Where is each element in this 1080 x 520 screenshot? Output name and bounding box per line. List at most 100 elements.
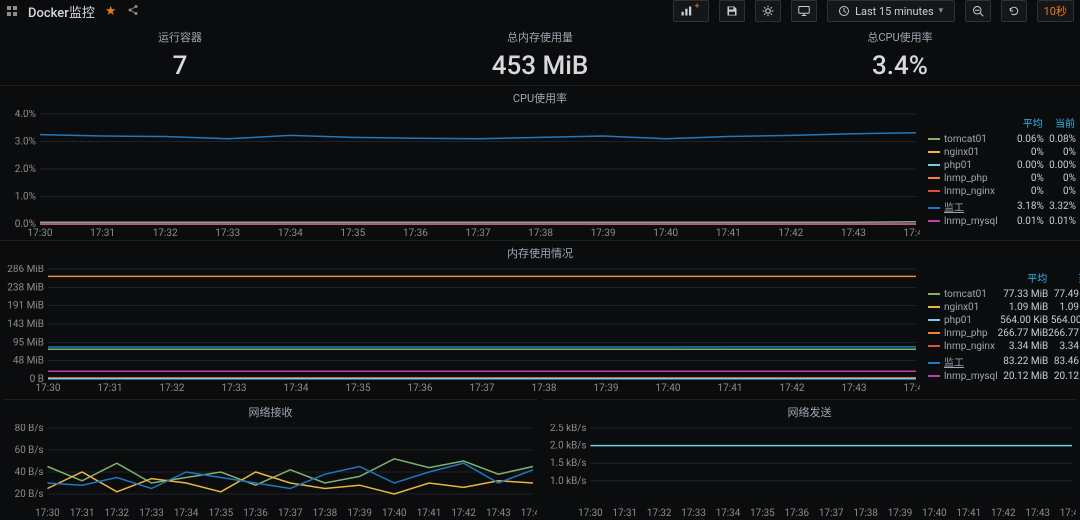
svg-text:1.5 kB/s: 1.5 kB/s: [550, 458, 586, 469]
legend-item[interactable]: php01564.00 KiB564.00 KiB: [928, 314, 1080, 327]
panel-network-rx[interactable]: 网络接收 20 B/s40 B/s60 B/s80 B/s17:3017:311…: [4, 399, 537, 520]
svg-text:17:30: 17:30: [28, 228, 53, 239]
svg-text:17:42: 17:42: [451, 508, 476, 519]
legend-item[interactable]: lnmp_nginx0%0%: [928, 185, 1076, 198]
memory-legend: 平均当前tomcat0177.33 MiB77.49 MiBnginx011.0…: [920, 265, 1080, 395]
svg-text:17:31: 17:31: [613, 508, 638, 519]
svg-text:17:41: 17:41: [417, 508, 442, 519]
svg-text:17:38: 17:38: [532, 383, 557, 394]
star-icon[interactable]: ★: [105, 4, 117, 19]
stat-value: 7: [0, 51, 360, 81]
gear-icon: [762, 5, 774, 17]
svg-text:17:43: 17:43: [486, 508, 511, 519]
svg-text:2.0%: 2.0%: [15, 164, 36, 175]
legend-col-cur: 当前: [1048, 269, 1080, 288]
svg-text:3.0%: 3.0%: [15, 137, 36, 148]
stat-running-containers[interactable]: 运行容器 7: [0, 23, 360, 85]
svg-text:17:44: 17:44: [1060, 508, 1076, 519]
nettx-chart[interactable]: 1.0 kB/s1.5 kB/s2.0 kB/s2.5 kB/s17:3017:…: [543, 424, 1076, 520]
add-panel-button[interactable]: +: [673, 0, 709, 22]
svg-text:17:33: 17:33: [215, 228, 240, 239]
svg-text:17:43: 17:43: [842, 383, 867, 394]
legend-item[interactable]: lnmp_php266.77 MiB266.77 MiB: [928, 327, 1080, 340]
svg-text:17:34: 17:34: [174, 508, 199, 519]
chevron-down-icon: ▾: [939, 6, 944, 16]
monitor-icon: [798, 5, 810, 17]
svg-text:17:33: 17:33: [681, 508, 706, 519]
zoom-out-button[interactable]: [965, 0, 991, 22]
svg-text:17:38: 17:38: [853, 508, 878, 519]
memory-chart[interactable]: 0 B48 MiB95 MiB143 MiB191 MiB238 MiB286 …: [0, 265, 920, 395]
save-button[interactable]: [719, 0, 745, 22]
save-icon: [726, 5, 738, 17]
stat-value: 3.4%: [720, 51, 1080, 81]
dashboard-grid-icon[interactable]: [6, 5, 18, 17]
svg-text:17:43: 17:43: [841, 228, 866, 239]
svg-text:17:42: 17:42: [778, 228, 803, 239]
svg-text:17:35: 17:35: [750, 508, 775, 519]
refresh-button[interactable]: [1001, 0, 1027, 22]
svg-text:17:36: 17:36: [785, 508, 810, 519]
svg-text:238 MiB: 238 MiB: [7, 282, 44, 293]
svg-text:17:44: 17:44: [904, 228, 920, 239]
settings-button[interactable]: [755, 0, 781, 22]
legend-item[interactable]: lnmp_mysql20.12 MiB20.12 MiB: [928, 370, 1080, 383]
time-range-picker[interactable]: Last 15 minutes ▾: [827, 0, 955, 22]
legend-item[interactable]: lnmp_mysql0.01%0.01%: [928, 215, 1076, 228]
svg-text:17:41: 17:41: [718, 383, 743, 394]
panel-cpu-usage[interactable]: CPU使用率 0.0%1.0%2.0%3.0%4.0%17:3017:3117:…: [0, 85, 1080, 240]
legend-item[interactable]: 监工3.18%3.32%: [928, 198, 1076, 215]
svg-text:17:44: 17:44: [521, 508, 537, 519]
panel-network-tx[interactable]: 网络发送 1.0 kB/s1.5 kB/s2.0 kB/s2.5 kB/s17:…: [543, 399, 1076, 520]
svg-text:48 MiB: 48 MiB: [13, 356, 44, 367]
stat-label: 运行容器: [0, 29, 360, 45]
svg-text:80 B/s: 80 B/s: [15, 424, 44, 434]
stat-label: 总CPU使用率: [720, 29, 1080, 45]
time-range-label: Last 15 minutes: [855, 5, 934, 18]
legend-item[interactable]: tomcat010.06%0.08%: [928, 133, 1076, 146]
svg-text:17:36: 17:36: [403, 228, 428, 239]
legend-item[interactable]: tomcat0177.33 MiB77.49 MiB: [928, 288, 1080, 301]
stat-total-cpu[interactable]: 总CPU使用率 3.4%: [720, 23, 1080, 85]
svg-text:17:41: 17:41: [716, 228, 741, 239]
svg-text:17:39: 17:39: [591, 228, 616, 239]
stat-total-memory[interactable]: 总内存使用量 453 MiB: [360, 23, 720, 85]
netrx-chart[interactable]: 20 B/s40 B/s60 B/s80 B/s17:3017:3117:321…: [4, 424, 537, 520]
legend-item[interactable]: php010.00%0.00%: [928, 159, 1076, 172]
svg-text:17:38: 17:38: [528, 228, 553, 239]
refresh-interval-picker[interactable]: 10秒: [1037, 0, 1074, 22]
legend-col-avg: 平均: [1012, 114, 1044, 133]
cpu-chart[interactable]: 0.0%1.0%2.0%3.0%4.0%17:3017:3117:3217:33…: [0, 110, 920, 240]
legend-item[interactable]: nginx011.09 MiB1.09 MiB: [928, 301, 1080, 314]
panel-memory-usage[interactable]: 内存使用情况 0 B48 MiB95 MiB143 MiB191 MiB238 …: [0, 240, 1080, 395]
svg-text:17:37: 17:37: [819, 508, 844, 519]
svg-text:17:34: 17:34: [284, 383, 309, 394]
svg-text:17:38: 17:38: [313, 508, 338, 519]
svg-text:17:34: 17:34: [278, 228, 303, 239]
svg-text:17:30: 17:30: [36, 383, 61, 394]
zoom-out-icon: [972, 5, 984, 17]
svg-text:17:31: 17:31: [98, 383, 123, 394]
svg-text:17:32: 17:32: [105, 508, 130, 519]
tv-mode-button[interactable]: [791, 0, 817, 22]
bar-chart-icon: [680, 5, 692, 17]
svg-text:143 MiB: 143 MiB: [7, 319, 44, 330]
legend-item[interactable]: 监工83.22 MiB83.46 MiB: [928, 353, 1080, 370]
stats-row: 运行容器 7 总内存使用量 453 MiB 总CPU使用率 3.4%: [0, 23, 1080, 85]
svg-text:2.0 kB/s: 2.0 kB/s: [550, 441, 586, 452]
share-icon[interactable]: [127, 4, 139, 19]
legend-item[interactable]: lnmp_nginx3.34 MiB3.34 MiB: [928, 340, 1080, 353]
legend-item[interactable]: nginx010%0%: [928, 146, 1076, 159]
svg-text:17:40: 17:40: [382, 508, 407, 519]
toolbar: Docker监控 ★ + Last 15 minutes ▾ 10秒: [0, 0, 1080, 23]
svg-text:17:31: 17:31: [70, 508, 95, 519]
svg-text:17:33: 17:33: [139, 508, 164, 519]
legend-item[interactable]: lnmp_php0%0%: [928, 172, 1076, 185]
panel-title: CPU使用率: [0, 86, 1080, 110]
svg-text:286 MiB: 286 MiB: [7, 265, 44, 275]
svg-text:17:42: 17:42: [780, 383, 805, 394]
stat-label: 总内存使用量: [360, 29, 720, 45]
cpu-legend: 平均当前tomcat010.06%0.08%nginx010%0%php010.…: [920, 110, 1080, 240]
dashboard-title[interactable]: Docker监控: [28, 2, 95, 21]
svg-text:17:37: 17:37: [278, 508, 303, 519]
